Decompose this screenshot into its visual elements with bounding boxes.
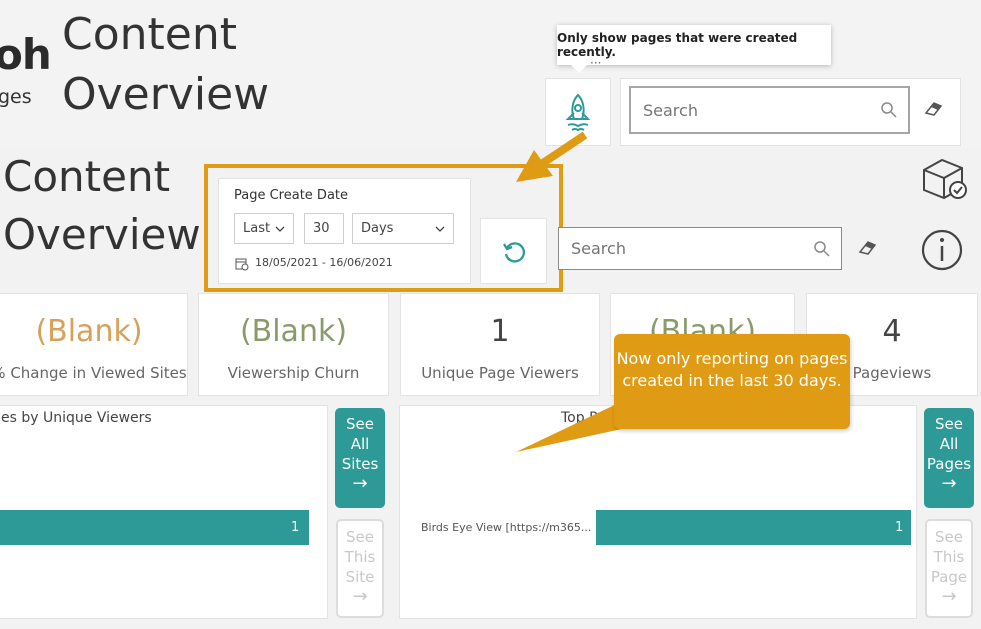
button-label: See This Page bbox=[930, 528, 968, 586]
report-search-box[interactable] bbox=[558, 227, 842, 270]
search-icon bbox=[814, 240, 830, 257]
bar-value-label: 1 bbox=[291, 520, 300, 535]
header-title-line2: Overview bbox=[62, 69, 270, 120]
header-title-line1: Content bbox=[62, 9, 237, 60]
rocket-icon bbox=[565, 93, 591, 132]
see-all-pages-button[interactable]: See All Pages → bbox=[924, 408, 974, 508]
annotation-callout: Now only reporting on pages created in t… bbox=[614, 334, 850, 429]
filter-highlight-box bbox=[204, 164, 563, 292]
kpi-label: Unique Page Viewers bbox=[421, 364, 579, 382]
see-this-site-button[interactable]: See This Site → bbox=[336, 519, 384, 618]
arrow-right-icon: → bbox=[941, 586, 957, 607]
chart-bar[interactable] bbox=[596, 510, 911, 545]
chart-title: es by Unique Viewers bbox=[1, 410, 152, 426]
chart-bar[interactable] bbox=[0, 510, 309, 545]
bar-value-label: 1 bbox=[895, 520, 904, 535]
chart-title: Top P bbox=[561, 410, 598, 426]
arrow-right-icon: → bbox=[352, 586, 368, 607]
kpi-card-change-viewed-sites: (Blank) % Change in Viewed Sites bbox=[0, 293, 188, 396]
eraser-icon[interactable] bbox=[922, 99, 944, 117]
kpi-label: % Change in Viewed Sites bbox=[0, 364, 187, 382]
button-label: See All Pages bbox=[926, 415, 972, 473]
header-search-input[interactable] bbox=[641, 99, 880, 121]
recent-pages-filter-button[interactable] bbox=[545, 78, 611, 146]
kpi-value: (Blank) bbox=[239, 314, 348, 349]
tooltip-text: Only show pages that were created recent… bbox=[557, 31, 798, 59]
sites-by-unique-viewers-chart: es by Unique Viewers 1 bbox=[0, 405, 328, 619]
kpi-card-unique-page-viewers: 1 Unique Page Viewers bbox=[400, 293, 600, 396]
arrow-right-icon: → bbox=[941, 473, 957, 494]
see-all-sites-button[interactable]: See All Sites → bbox=[335, 408, 385, 508]
package-icon[interactable] bbox=[918, 156, 970, 202]
bar-category-label: Birds Eye View [https://m365... bbox=[421, 521, 592, 534]
kpi-value: (Blank) bbox=[35, 314, 143, 349]
button-label: See This Site bbox=[344, 528, 376, 586]
top-pages-chart: Top P Birds Eye View [https://m365... 1 bbox=[399, 405, 917, 619]
button-label: See All Sites bbox=[341, 415, 379, 473]
header-search-box[interactable] bbox=[629, 86, 910, 134]
logo-subtext: ges bbox=[0, 86, 32, 108]
report-search-input[interactable] bbox=[569, 238, 813, 259]
kpi-card-viewership-churn: (Blank) Viewership Churn bbox=[198, 293, 389, 396]
tooltip-arrow bbox=[570, 64, 588, 73]
logo-text: oh bbox=[0, 30, 52, 79]
more-options-icon[interactable]: ··· bbox=[590, 56, 601, 70]
arrow-right-icon: → bbox=[352, 473, 368, 494]
eraser-icon[interactable] bbox=[856, 238, 878, 256]
kpi-label: Viewership Churn bbox=[227, 364, 360, 382]
callout-text: Now only reporting on pages created in t… bbox=[616, 349, 848, 390]
kpi-value: 1 bbox=[490, 314, 510, 349]
report-title-line2: Overview bbox=[3, 210, 201, 259]
search-icon bbox=[881, 102, 897, 118]
header-search-card bbox=[620, 78, 961, 146]
report-title-line1: Content bbox=[3, 152, 171, 201]
info-icon[interactable] bbox=[920, 228, 964, 272]
see-this-page-button[interactable]: See This Page → bbox=[925, 519, 973, 618]
